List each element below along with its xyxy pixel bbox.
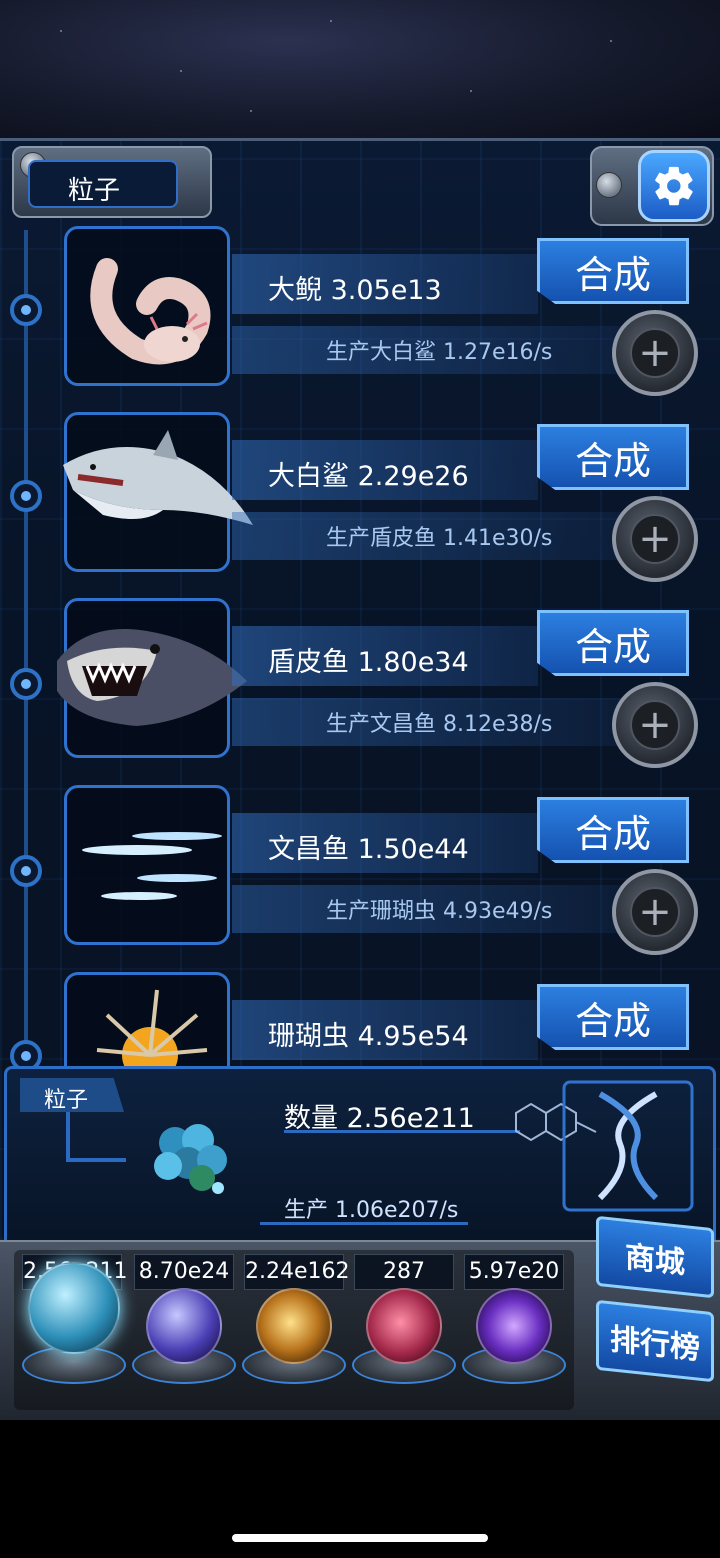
info-tab-label: 粒子	[44, 1088, 89, 1113]
particle-production: 生产 1.06e207/s	[284, 1198, 459, 1223]
connector-line	[66, 1112, 70, 1160]
resource-count: 2.24e162	[244, 1254, 350, 1290]
creature-row: 大鲵 3.05e13 生产大白鲨 1.27e16/s 合成 +	[0, 226, 720, 412]
upgrade-button[interactable]: +	[612, 496, 698, 582]
combine-button[interactable]: 合成	[537, 238, 689, 304]
plus-icon: +	[630, 514, 680, 564]
creature-production: 生产文昌鱼 8.12e38/s	[326, 712, 553, 737]
galaxy-orb-icon[interactable]	[256, 1288, 332, 1364]
settings-button[interactable]	[638, 150, 710, 222]
particle-quantity: 数量 2.56e211	[284, 1103, 475, 1134]
shop-button[interactable]: 商城	[596, 1215, 714, 1299]
creature-row: 文昌鱼 1.50e44 生产珊瑚虫 4.93e49/s 合成 +	[0, 785, 720, 971]
plus-icon: +	[630, 887, 680, 937]
combine-button[interactable]: 合成	[537, 797, 689, 863]
header-label: 粒子	[68, 176, 121, 206]
particle-orb-icon[interactable]	[28, 1262, 120, 1354]
connector-line	[66, 1158, 126, 1162]
combine-button[interactable]: 合成	[537, 424, 689, 490]
creature-thumbnail[interactable]	[64, 972, 230, 1083]
lightning-orb-icon[interactable]	[146, 1288, 222, 1364]
dna-icon	[562, 1080, 694, 1212]
vortex-orb-icon[interactable]	[476, 1288, 552, 1364]
resource-count: 8.70e24	[134, 1254, 234, 1290]
screw-icon	[596, 172, 622, 198]
creature-name: 大鲵 3.05e13	[268, 275, 442, 306]
axolotl-icon	[90, 258, 211, 365]
space-background	[0, 0, 720, 140]
combine-button[interactable]: 合成	[537, 984, 689, 1050]
creature-row: 盾皮鱼 1.80e34 生产文昌鱼 8.12e38/s 合成 +	[0, 598, 720, 784]
creature-name: 盾皮鱼 1.80e34	[268, 647, 469, 678]
resource-count: 287	[354, 1254, 454, 1290]
coral-polyp-icon	[96, 989, 208, 1083]
resource-count: 5.97e20	[464, 1254, 564, 1290]
creature-name: 大白鲨 2.29e26	[268, 461, 469, 492]
creature-name: 珊瑚虫 4.95e54	[268, 1021, 469, 1052]
creature-thumbnail[interactable]	[63, 412, 253, 572]
home-indicator[interactable]	[232, 1534, 488, 1542]
leaderboard-button[interactable]: 排行榜	[596, 1299, 714, 1383]
gear-icon	[655, 166, 693, 206]
creature-production: 生产大白鲨 1.27e16/s	[326, 340, 553, 365]
plus-icon: +	[630, 700, 680, 750]
creature-thumbnail[interactable]	[57, 598, 247, 758]
creature-thumbnail[interactable]	[64, 785, 230, 945]
creature-production: 生产盾皮鱼 1.41e30/s	[326, 526, 553, 551]
upgrade-button[interactable]: +	[612, 310, 698, 396]
combine-button[interactable]: 合成	[537, 610, 689, 676]
particle-cluster-icon	[154, 1124, 227, 1194]
upgrade-button[interactable]: +	[612, 869, 698, 955]
creature-thumbnail[interactable]	[64, 226, 230, 386]
creature-row: 大白鲨 2.29e26 生产盾皮鱼 1.41e30/s 合成 +	[0, 412, 720, 598]
lancelet-icon	[82, 832, 222, 900]
creature-production: 生产珊瑚虫 4.93e49/s	[326, 899, 553, 924]
plus-icon: +	[630, 328, 680, 378]
creature-name: 文昌鱼 1.50e44	[268, 834, 469, 865]
brain-orb-icon[interactable]	[366, 1288, 442, 1364]
upgrade-button[interactable]: +	[612, 682, 698, 768]
